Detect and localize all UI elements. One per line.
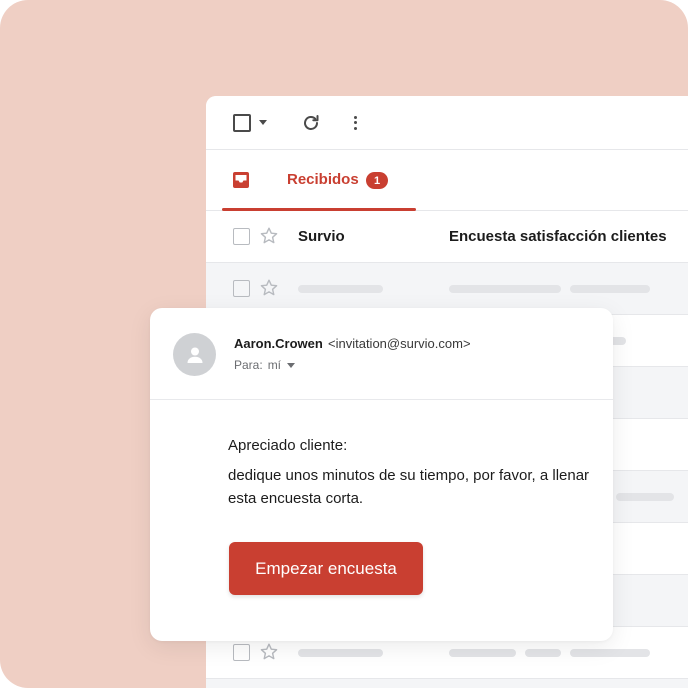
unread-count-badge: 1 <box>366 172 388 189</box>
refresh-icon[interactable] <box>301 113 321 133</box>
email-subject: Encuesta satisfacción clientes <box>449 228 667 245</box>
row-checkbox[interactable] <box>233 644 250 661</box>
sender-email: <invitation@survio.com> <box>328 336 471 351</box>
tab-inbox[interactable]: Recibidos <box>287 171 359 188</box>
recipient-line[interactable]: Para: mí <box>234 358 296 372</box>
star-icon[interactable] <box>259 226 279 246</box>
more-vert-icon[interactable] <box>351 113 359 133</box>
checkbox-icon[interactable] <box>233 113 251 132</box>
placeholder-bar <box>570 284 650 293</box>
row-checkbox[interactable] <box>233 228 250 245</box>
chevron-down-icon[interactable] <box>259 120 267 125</box>
sender-name: Aaron.Crowen <box>234 336 323 351</box>
sender-name: Survio <box>298 228 345 245</box>
star-icon[interactable] <box>259 642 279 662</box>
email-preview-card: Aaron.Crowen <invitation@survio.com> Par… <box>150 308 613 641</box>
placeholder-bar <box>616 492 674 501</box>
start-survey-button[interactable]: Empezar encuesta <box>229 542 423 595</box>
inbox-icon <box>232 171 250 189</box>
placeholder-bar <box>525 648 561 657</box>
placeholder-bar <box>298 284 383 293</box>
chevron-down-icon[interactable] <box>287 362 296 368</box>
person-icon <box>187 347 202 363</box>
placeholder-bar <box>298 648 383 657</box>
placeholder-bar <box>449 648 516 657</box>
avatar <box>173 333 216 376</box>
email-header: Aaron.Crowen <invitation@survio.com> Par… <box>150 308 613 400</box>
row-checkbox[interactable] <box>233 280 250 297</box>
to-label: Para: <box>234 358 263 372</box>
placeholder-bar <box>570 648 650 657</box>
to-value: mí <box>267 358 282 372</box>
star-icon[interactable] <box>259 278 279 298</box>
email-body: Apreciado cliente: dedique unos minutos … <box>228 434 598 510</box>
placeholder-bar <box>525 284 561 293</box>
tab-bar: Recibidos 1 <box>206 150 688 211</box>
email-greeting: Apreciado cliente: <box>228 437 348 454</box>
table-row[interactable]: Survio Encuesta satisfacción clientes <box>206 211 688 263</box>
email-text: dedique unos minutos de su tiempo, por f… <box>228 467 590 507</box>
toolbar <box>206 96 688 150</box>
